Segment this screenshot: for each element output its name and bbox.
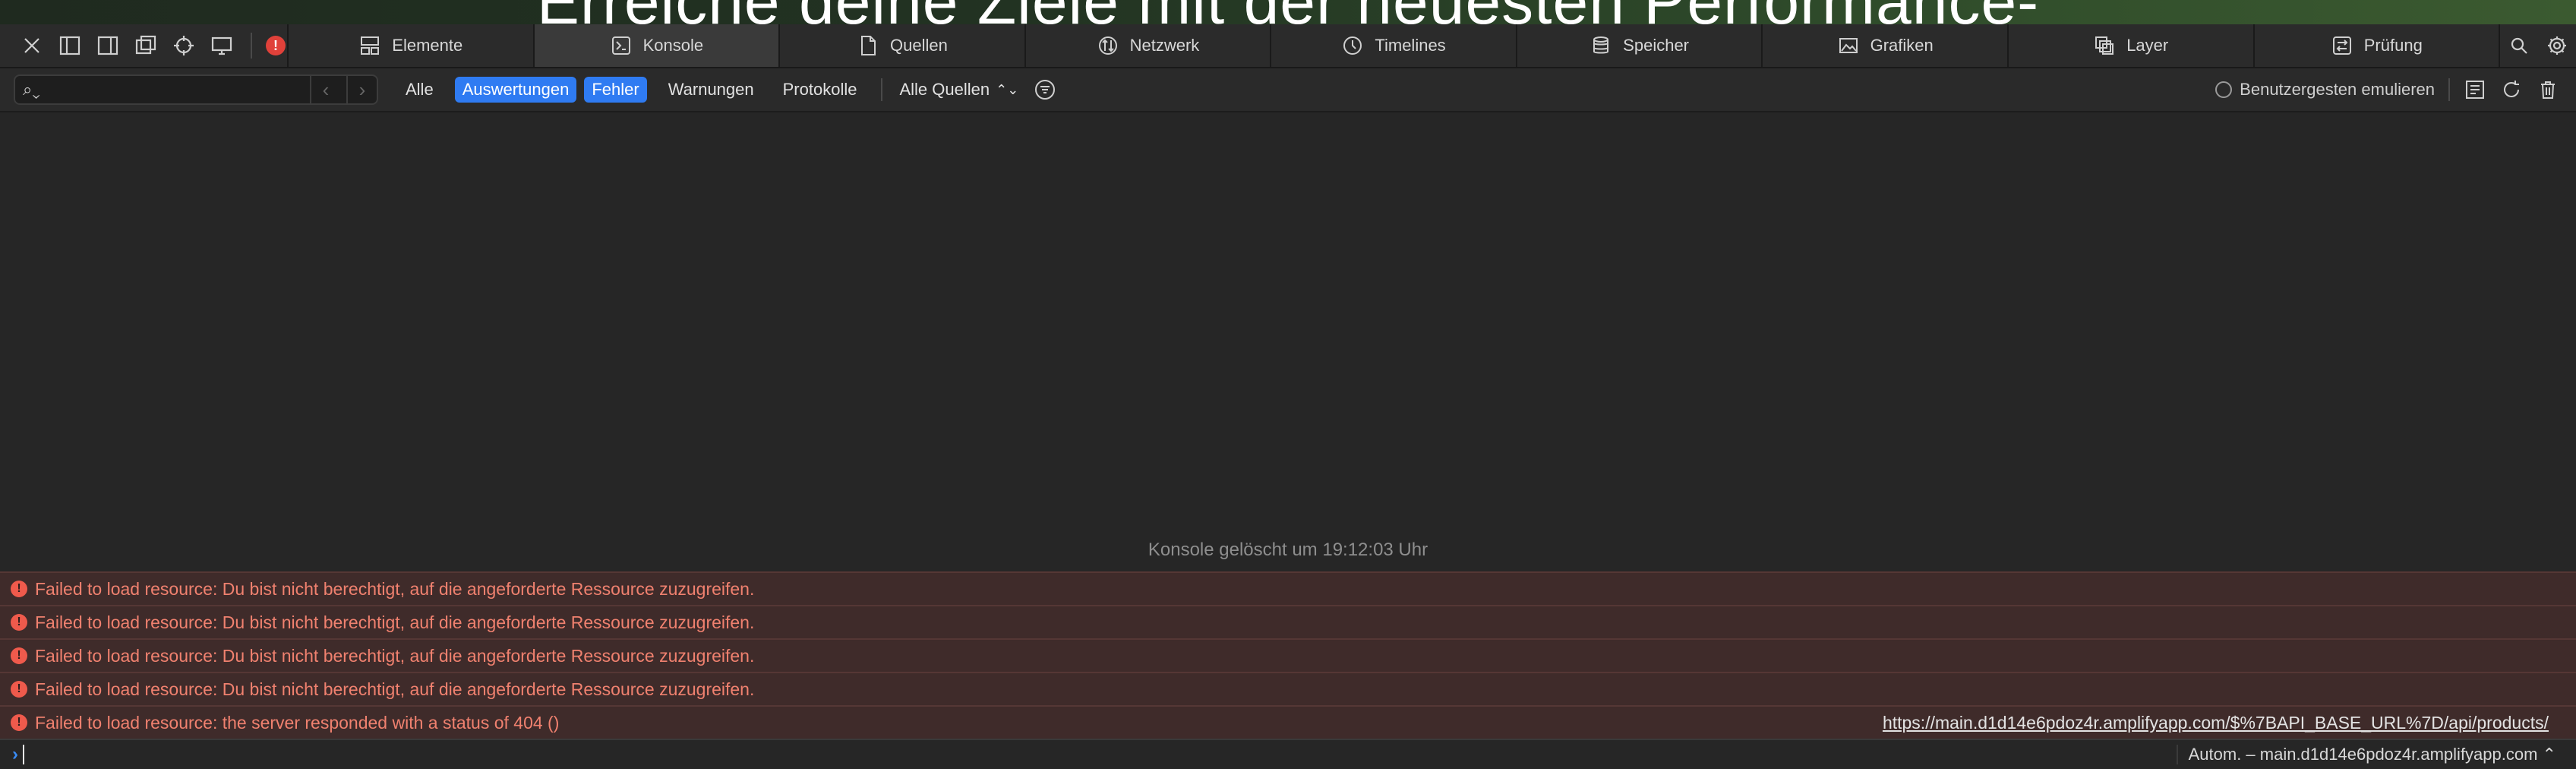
- sources-select-label: Alle Quellen: [899, 80, 990, 99]
- tab-label: Elemente: [392, 36, 463, 55]
- audit-icon: [2332, 36, 2351, 55]
- tab-pruefung[interactable]: Prüfung: [2255, 24, 2501, 67]
- emulate-user-gesture-label: Benutzergesten emulieren: [2240, 80, 2435, 99]
- crosshair-icon[interactable]: [169, 30, 199, 61]
- tab-konsole[interactable]: Konsole: [534, 24, 781, 67]
- reload-icon[interactable]: [2500, 78, 2523, 101]
- filter-divider: [881, 78, 883, 101]
- error-message[interactable]: ! Failed to load resource: Du bist nicht…: [0, 605, 2576, 638]
- error-message[interactable]: ! Failed to load resource: the server re…: [0, 705, 2576, 739]
- checkbox-circle: [2215, 81, 2233, 98]
- gear-icon[interactable]: [2546, 34, 2568, 57]
- filter-auswertungen-button[interactable]: Auswertungen: [454, 77, 577, 103]
- tab-label: Prüfung: [2363, 36, 2423, 55]
- tab-grafiken[interactable]: Grafiken: [1763, 24, 2009, 67]
- graphics-icon: [1839, 38, 1858, 53]
- sources-select[interactable]: Alle Quellen ⌃⌄: [899, 80, 1018, 100]
- detach-window-icon[interactable]: [131, 30, 161, 61]
- error-message-text: Failed to load resource: Du bist nicht b…: [35, 578, 755, 599]
- execution-context-select[interactable]: Autom. – main.d1d14e6pdoz4r.amplifyapp.c…: [2176, 745, 2556, 764]
- filter-options-icon[interactable]: [1034, 78, 1056, 101]
- chevron-updown-icon: ⌃⌄: [996, 81, 1019, 97]
- emulate-user-gesture-checkbox[interactable]: Benutzergesten emulieren: [2215, 80, 2435, 100]
- error-icon: !: [11, 614, 27, 631]
- tab-quellen[interactable]: Quellen: [780, 24, 1026, 67]
- search-icon[interactable]: [2508, 34, 2530, 57]
- error-icon: !: [11, 581, 27, 597]
- tab-timelines[interactable]: Timelines: [1271, 24, 1517, 67]
- tab-speicher[interactable]: Speicher: [1517, 24, 1763, 67]
- text-caret: [23, 745, 24, 764]
- filter-bar-right: Benutzergesten emulieren: [2215, 78, 2576, 101]
- error-message[interactable]: ! Failed to load resource: Du bist nicht…: [0, 571, 2576, 605]
- tab-label: Netzwerk: [1129, 36, 1200, 55]
- console-filter-bar: ⌕⌄ ‹ › Alle Auswertungen Fehler Warnunge…: [0, 68, 2576, 112]
- error-count-badge[interactable]: !: [266, 36, 286, 55]
- snapshot-icon[interactable]: [2464, 78, 2486, 101]
- tab-bar-right-tools: [2500, 24, 2576, 67]
- sources-icon: [860, 36, 876, 55]
- search-icon[interactable]: ⌕⌄: [23, 80, 40, 100]
- inspector-tab-bar: ! Elemente Konsole Quellen Netzwerk Time…: [0, 24, 2576, 68]
- tab-label: Layer: [2126, 36, 2169, 55]
- elements-icon: [361, 36, 380, 55]
- inspector-tools: !: [0, 24, 289, 67]
- filter-protokolle-button[interactable]: Protokolle: [775, 77, 865, 103]
- error-message-text: Failed to load resource: Du bist nicht b…: [35, 679, 755, 699]
- tab-elemente[interactable]: Elemente: [289, 24, 535, 67]
- error-message-text: Failed to load resource: Du bist nicht b…: [35, 645, 755, 666]
- filter-divider: [2448, 78, 2450, 101]
- close-icon[interactable]: [17, 30, 47, 61]
- tab-netzwerk[interactable]: Netzwerk: [1026, 24, 1272, 67]
- tab-label: Grafiken: [1870, 36, 1934, 55]
- dock-left-icon[interactable]: [55, 30, 85, 61]
- chevron-left-icon[interactable]: ‹: [310, 74, 340, 105]
- console-prompt[interactable]: › Autom. – main.d1d14e6pdoz4r.amplifyapp…: [0, 739, 2576, 769]
- console-filter-search: ⌕⌄ ‹ ›: [14, 74, 378, 105]
- prompt-chevron-icon: ›: [12, 744, 18, 764]
- tab-label: Konsole: [642, 36, 704, 55]
- error-icon: !: [11, 714, 27, 731]
- error-source-link[interactable]: https://main.d1d14e6pdoz4r.amplifyapp.co…: [1883, 713, 2549, 733]
- network-icon: [1098, 36, 1117, 55]
- filter-input[interactable]: [46, 76, 304, 103]
- console-messages: ! Failed to load resource: Du bist nicht…: [0, 571, 2576, 739]
- tab-label: Quellen: [889, 36, 948, 55]
- console-cleared-message: Konsole gelöscht um 19:12:03 Uhr: [1148, 540, 1428, 560]
- tab-label: Timelines: [1375, 36, 1446, 55]
- error-message-text: Failed to load resource: the server resp…: [35, 712, 560, 733]
- error-icon: !: [11, 647, 27, 664]
- tab-label: Speicher: [1623, 36, 1690, 55]
- trash-icon[interactable]: [2537, 78, 2559, 101]
- error-message[interactable]: ! Failed to load resource: Du bist nicht…: [0, 672, 2576, 705]
- layers-icon: [2095, 36, 2114, 55]
- toolbar-divider: [251, 33, 252, 59]
- webpage-heading: Erreiche deine Ziele mit der neuesten Pe…: [0, 0, 2576, 27]
- chevron-right-icon[interactable]: ›: [346, 74, 377, 105]
- webpage-background: Erreiche deine Ziele mit der neuesten Pe…: [0, 0, 2576, 27]
- timelines-icon: [1343, 36, 1362, 55]
- filter-alle-button[interactable]: Alle: [398, 77, 441, 103]
- error-message[interactable]: ! Failed to load resource: Du bist nicht…: [0, 638, 2576, 672]
- dock-right-icon[interactable]: [93, 30, 123, 61]
- storage-icon: [1593, 36, 1609, 54]
- filter-warnungen-button[interactable]: Warnungen: [661, 77, 762, 103]
- device-icon[interactable]: [207, 30, 237, 61]
- console-output: Konsole gelöscht um 19:12:03 Uhr: [0, 112, 2576, 571]
- filter-fehler-button[interactable]: Fehler: [584, 77, 647, 103]
- error-message-text: Failed to load resource: Du bist nicht b…: [35, 612, 755, 632]
- console-icon: [611, 36, 630, 55]
- tab-layer[interactable]: Layer: [2009, 24, 2255, 67]
- error-icon: !: [11, 681, 27, 698]
